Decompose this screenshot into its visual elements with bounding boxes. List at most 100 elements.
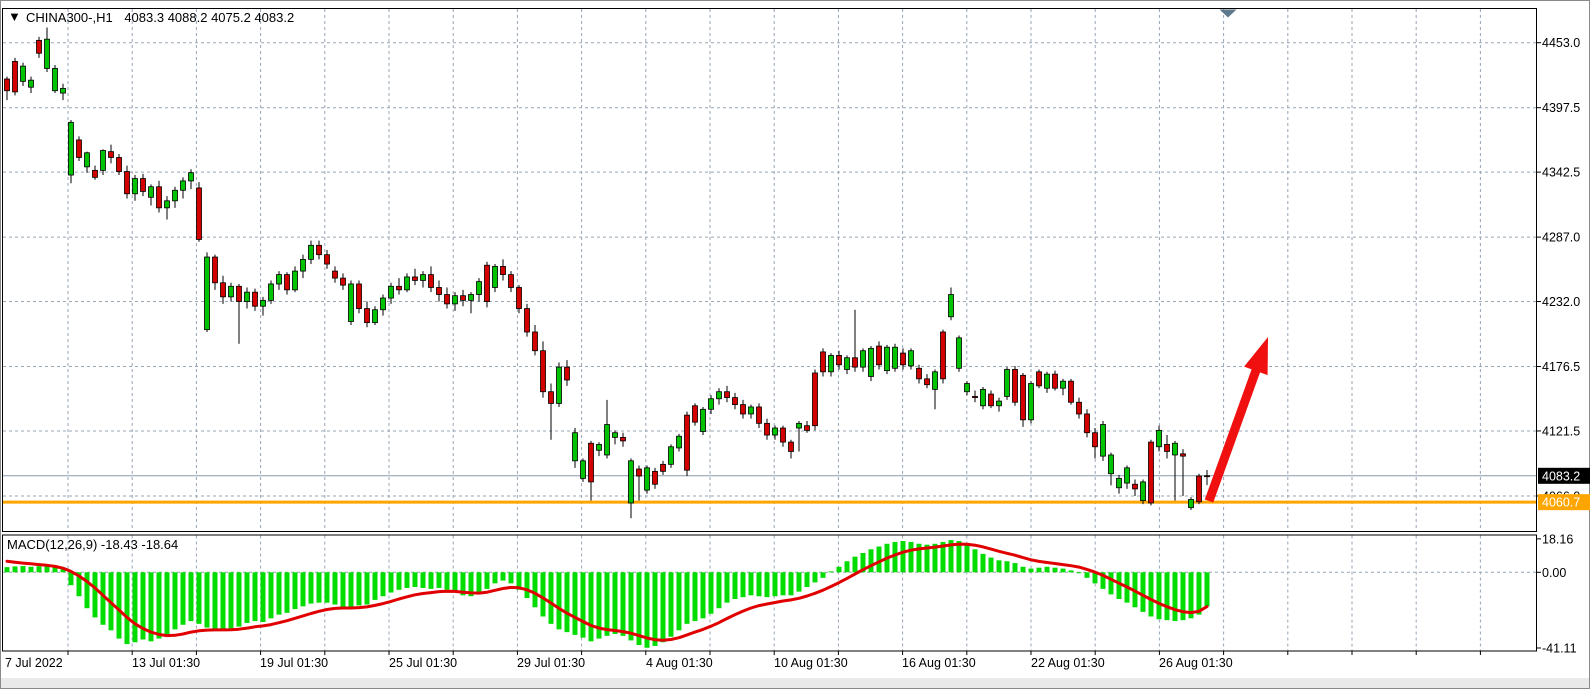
macd-histogram-bar	[629, 572, 634, 640]
macd-histogram-bar	[525, 572, 530, 598]
candle-body	[93, 170, 98, 177]
macd-histogram-bar	[421, 572, 426, 588]
macd-histogram-bar	[37, 566, 42, 572]
macd-histogram-bar	[253, 572, 258, 621]
candle-body	[1005, 369, 1010, 396]
candle-body	[445, 295, 450, 304]
macd-histogram-bar	[997, 560, 1002, 572]
macd-histogram-bar	[397, 572, 402, 589]
symbol-dropdown-icon[interactable]: ▼	[8, 9, 21, 24]
candle-body	[741, 405, 746, 414]
macd-histogram-bar	[1069, 570, 1074, 572]
candle-body	[285, 275, 290, 290]
candle-body	[349, 284, 354, 321]
macd-histogram-bar	[725, 572, 730, 602]
macd-axis-label: 18.16	[1542, 532, 1573, 546]
macd-histogram-bar	[85, 572, 90, 608]
macd-histogram-bar	[837, 567, 842, 573]
macd-histogram-bar	[653, 572, 658, 646]
candle-body	[109, 152, 114, 158]
macd-histogram-bar	[1013, 563, 1018, 572]
macd-histogram-bar	[269, 572, 274, 618]
candle-body	[709, 399, 714, 410]
macd-histogram-bar	[701, 572, 706, 618]
candle-body	[261, 300, 266, 306]
macd-histogram-bar	[5, 567, 10, 572]
candle-body	[869, 348, 874, 376]
candle-body	[845, 358, 850, 370]
macd-histogram-bar	[557, 572, 562, 629]
candle-body	[965, 384, 970, 392]
window-bottom-strip	[1, 678, 1589, 688]
candle-body	[621, 437, 626, 441]
macd-histogram-bar	[165, 572, 170, 635]
macd-histogram-bar	[173, 572, 178, 629]
candle-body	[917, 368, 922, 379]
candle-body	[69, 122, 74, 175]
candle-body	[1077, 402, 1082, 414]
macd-histogram-bar	[157, 572, 162, 638]
macd-histogram-bar	[1085, 572, 1090, 578]
macd-histogram-bar	[1029, 569, 1034, 573]
candle-body	[1125, 468, 1130, 483]
candle-body	[661, 464, 666, 471]
time-axis-label: 7 Jul 2022	[5, 656, 63, 670]
macd-histogram-bar	[685, 572, 690, 624]
macd-axis-label: 0.00	[1542, 566, 1566, 580]
candle-body	[509, 275, 514, 288]
macd-histogram-bar	[485, 572, 490, 589]
macd-histogram-bar	[413, 572, 418, 587]
macd-histogram-bar	[757, 572, 762, 596]
candle-body	[293, 271, 298, 290]
candle-body	[1069, 381, 1074, 402]
candle-body	[573, 433, 578, 461]
time-axis-label: 4 Aug 01:30	[646, 656, 713, 670]
macd-histogram-bar	[1045, 567, 1050, 573]
macd-histogram-bar	[1061, 569, 1066, 573]
candle-body	[829, 355, 834, 371]
macd-histogram-bar	[405, 572, 410, 588]
candle-body	[157, 187, 162, 208]
candle-body	[1053, 374, 1058, 388]
macd-histogram-bar	[229, 572, 234, 628]
candle-body	[101, 150, 106, 170]
candle-body	[325, 255, 330, 264]
candle-body	[5, 79, 10, 91]
candle-body	[597, 444, 602, 450]
candle-body	[1013, 369, 1018, 402]
macd-histogram-bar	[821, 572, 826, 578]
macd-histogram-bar	[589, 572, 594, 641]
candle-body	[517, 287, 522, 308]
chart-canvas[interactable]: 4453.04397.54342.54287.04232.04176.54121…	[0, 0, 1590, 689]
macd-histogram-bar	[1205, 572, 1210, 606]
macd-histogram-bar	[1197, 572, 1202, 614]
candle-body	[165, 201, 170, 208]
macd-histogram-bar	[317, 572, 322, 602]
macd-histogram-bar	[621, 572, 626, 636]
candle-body	[277, 275, 282, 284]
candle-body	[565, 367, 570, 380]
macd-histogram-bar	[789, 572, 794, 595]
macd-histogram-bar	[117, 572, 122, 638]
macd-histogram-bar	[829, 571, 834, 572]
time-axis-label: 25 Jul 01:30	[389, 656, 457, 670]
macd-histogram-bar	[381, 572, 386, 596]
time-axis-label: 26 Aug 01:30	[1159, 656, 1233, 670]
macd-histogram-bar	[429, 572, 434, 589]
candle-body	[413, 277, 418, 281]
candle-body	[1045, 374, 1050, 388]
symbol-name-label: CHINA300-,H1	[26, 10, 113, 25]
macd-histogram-bar	[341, 572, 346, 607]
candle-body	[525, 309, 530, 332]
macd-histogram-bar	[613, 572, 618, 634]
candle-body	[309, 245, 314, 259]
macd-histogram-bar	[973, 549, 978, 572]
candle-body	[925, 379, 930, 385]
candle-body	[45, 39, 50, 68]
macd-histogram-bar	[781, 572, 786, 595]
candle-body	[861, 351, 866, 367]
candle-body	[637, 469, 642, 476]
candle-body	[549, 392, 554, 404]
candle-body	[957, 338, 962, 368]
macd-histogram-bar	[717, 572, 722, 608]
